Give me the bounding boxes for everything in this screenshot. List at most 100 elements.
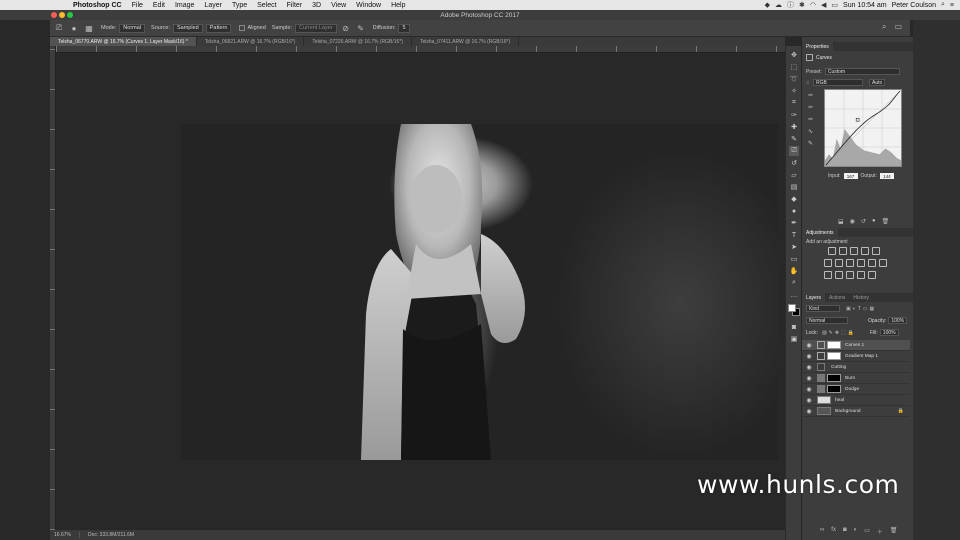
dropbox-icon[interactable]: ◆ [765, 1, 770, 9]
kind-filter-select[interactable]: Kind [806, 305, 840, 312]
layer-row[interactable]: ◉ Background 🔒 [802, 406, 910, 417]
photo-image[interactable] [181, 124, 778, 460]
ignore-adjustment-layers-icon[interactable]: ⊘ [340, 22, 352, 34]
diffusion-select[interactable]: 5 [398, 23, 410, 33]
brush-preset-icon[interactable]: ● [68, 22, 80, 34]
aligned-checkbox[interactable] [239, 25, 246, 31]
path-select-tool-icon[interactable]: ➤ [789, 242, 799, 252]
curves-graph[interactable] [824, 89, 902, 167]
brush-tool-icon[interactable]: ✎ [789, 134, 799, 144]
delete-layer-icon[interactable]: 🗑 [890, 527, 898, 536]
menu-help[interactable]: Help [386, 2, 410, 9]
posterize-icon[interactable] [835, 271, 843, 279]
close-window-button[interactable] [51, 12, 57, 18]
blur-tool-icon[interactable]: ◆ [789, 194, 799, 204]
menu-window[interactable]: Window [351, 2, 386, 9]
minimize-window-button[interactable] [59, 12, 65, 18]
hand-tool-icon[interactable]: ✋ [789, 266, 799, 276]
zoom-level[interactable]: 16.67% [50, 532, 80, 538]
tab-history[interactable]: History [849, 293, 873, 302]
new-adjustment-icon[interactable]: ◐ [854, 527, 858, 536]
vibrance-icon[interactable] [872, 247, 880, 255]
user-name[interactable]: Peter Coulson [892, 2, 936, 9]
tab-layers[interactable]: Layers [802, 293, 826, 302]
add-mask-icon[interactable]: ◙ [843, 527, 847, 536]
workspace-icon[interactable]: ▭ [894, 22, 902, 32]
gradient-map-icon[interactable] [857, 271, 865, 279]
fx-icon[interactable]: fx [831, 527, 836, 536]
clone-stamp-tool-icon[interactable]: ⎚ [789, 146, 799, 156]
output-field[interactable]: 144 [879, 173, 894, 179]
new-layer-icon[interactable]: ＋ [877, 527, 883, 536]
menu-view[interactable]: View [326, 2, 351, 9]
notification-icon[interactable]: ≡ [950, 2, 954, 9]
spotlight-icon[interactable]: ⌕ [941, 1, 945, 9]
doc-tab-1[interactable]: Telsha_06770.ARW @ 16.7% (Curves 1, Laye… [50, 37, 197, 46]
clone-stamp-tool-icon[interactable]: ⎚ [53, 22, 65, 34]
source-sampled-radio[interactable]: Sampled [173, 23, 203, 33]
threshold-icon[interactable] [846, 271, 854, 279]
preset-select[interactable]: Custom [824, 68, 900, 75]
menu-type[interactable]: Type [227, 2, 252, 9]
eyedropper-white-icon[interactable]: ✑ [808, 116, 813, 128]
type-tool-icon[interactable]: T [789, 230, 799, 240]
curve-pencil-icon[interactable]: ✎ [808, 140, 813, 152]
eraser-tool-icon[interactable]: ▱ [789, 170, 799, 180]
eye-icon[interactable]: ◉ [805, 375, 813, 382]
auto-button[interactable]: Auto [869, 79, 886, 86]
delete-icon[interactable]: 🗑 [882, 218, 890, 225]
curve-point-tool-icon[interactable]: ∿ [808, 128, 813, 140]
dodge-tool-icon[interactable]: ● [789, 206, 799, 216]
healing-brush-tool-icon[interactable]: ✚ [789, 122, 799, 132]
pen-tool-icon[interactable]: ✒ [789, 218, 799, 228]
zoom-tool-icon[interactable]: ⌕ [789, 278, 799, 288]
battery-icon[interactable]: ▭ [831, 1, 838, 9]
filter-icons[interactable]: ▣◐T▭▦ [846, 306, 876, 312]
clip-to-layer-icon[interactable]: ⬓ [838, 218, 844, 225]
eye-icon[interactable]: ◉ [805, 353, 813, 360]
foreground-color-swatch[interactable] [788, 304, 796, 312]
channel-mixer-icon[interactable] [868, 259, 876, 267]
new-group-icon[interactable]: ▭ [864, 527, 870, 536]
more-tools-icon[interactable]: … [789, 290, 799, 300]
gradient-tool-icon[interactable]: ▤ [789, 182, 799, 192]
layer-mask-thumbnail[interactable] [827, 341, 841, 349]
search-icon[interactable]: ⌕ [882, 22, 886, 32]
layer-mask-thumbnail[interactable] [827, 374, 841, 382]
marquee-tool-icon[interactable]: ⬚ [789, 62, 799, 72]
clone-source-panel-icon[interactable]: ▦ [83, 22, 95, 34]
doc-tab-2[interactable]: Telsha_06821.ARW @ 16.7% (RGB/16*) [197, 37, 305, 46]
quick-select-tool-icon[interactable]: ✧ [789, 86, 799, 96]
eye-icon[interactable]: ◉ [805, 397, 813, 404]
menu-3d[interactable]: 3D [307, 2, 326, 9]
layer-row[interactable]: ◉ Dodge [802, 384, 910, 395]
menu-edit[interactable]: Edit [148, 2, 170, 9]
color-lookup-icon[interactable] [879, 259, 887, 267]
eyedropper-tool-icon[interactable]: ✑ [789, 110, 799, 120]
on-image-adjust-icon[interactable]: ☝ [806, 80, 809, 86]
menu-image[interactable]: Image [170, 2, 199, 9]
menu-filter[interactable]: Filter [282, 2, 308, 9]
eyedropper-black-icon[interactable]: ✑ [808, 92, 813, 104]
layer-row[interactable]: ◉ Burn [802, 373, 910, 384]
layer-row[interactable]: ◉ heal [802, 395, 910, 406]
eyedropper-gray-icon[interactable]: ✑ [808, 104, 813, 116]
eye-icon[interactable]: ◉ [805, 386, 813, 393]
layer-row[interactable]: ◉ Curves 1 [802, 340, 910, 351]
color-balance-icon[interactable] [835, 259, 843, 267]
doc-tab-3[interactable]: Telsha_07226.ARW @ 16.7% (RGB/16*) [304, 37, 412, 46]
input-field[interactable]: 167 [843, 173, 858, 179]
clock[interactable]: Sun 10:54 am [843, 2, 887, 9]
layer-row[interactable]: ◉ Cutting [802, 362, 910, 373]
volume-icon[interactable]: ◀ [821, 1, 826, 9]
layer-row[interactable]: ◉ Gradient Map 1 [802, 351, 910, 362]
cloud-icon[interactable]: ☁ [775, 1, 782, 9]
fill-field[interactable]: 100% [879, 329, 899, 336]
sample-select[interactable]: Current Layer [295, 23, 337, 33]
menu-select[interactable]: Select [252, 2, 281, 9]
lasso-tool-icon[interactable]: ➰ [789, 74, 799, 84]
tab-properties[interactable]: Properties [802, 42, 833, 51]
photo-filter-icon[interactable] [857, 259, 865, 267]
mode-select[interactable]: Normal [119, 23, 146, 33]
screen-mode-icon[interactable]: ▣ [789, 334, 799, 344]
